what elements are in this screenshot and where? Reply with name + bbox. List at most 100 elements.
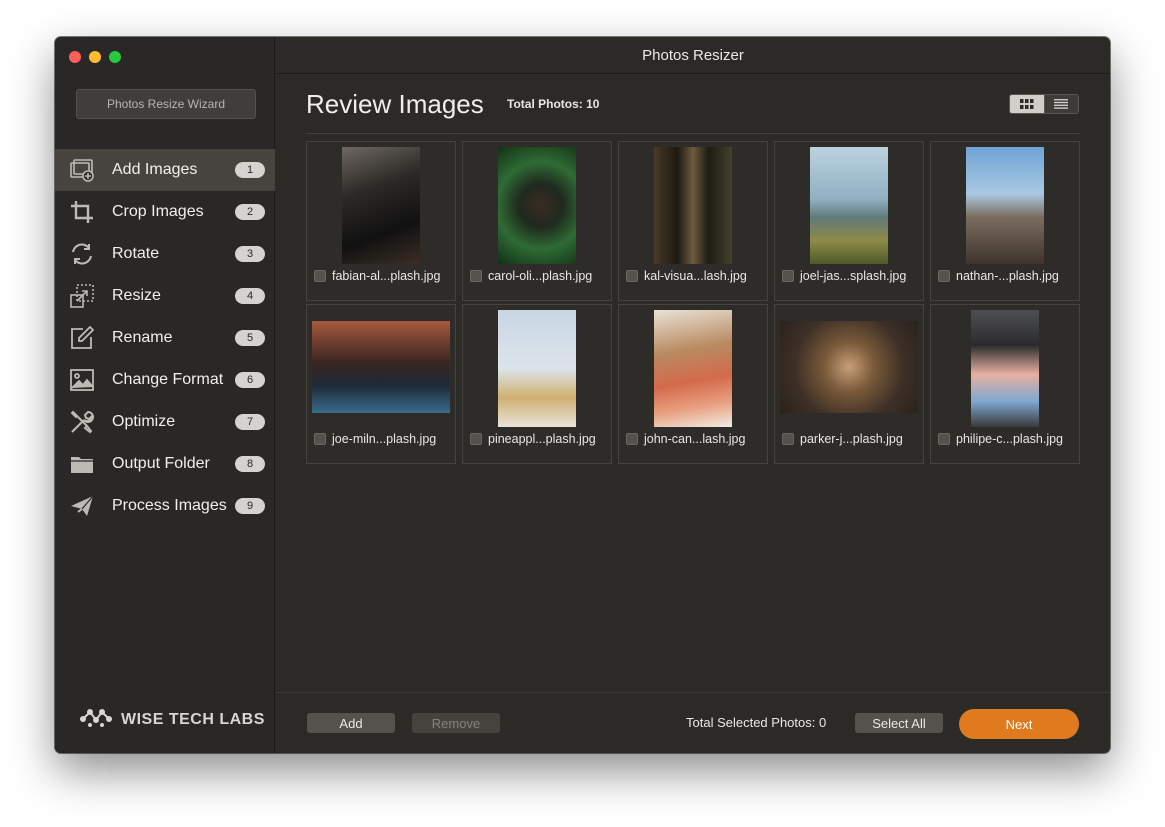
photo-thumbnail [498, 147, 576, 264]
sidebar-item-label: Optimize [112, 413, 176, 430]
sidebar-item-label: Change Format [112, 371, 224, 388]
photos-resize-wizard-button[interactable]: Photos Resize Wizard [76, 89, 256, 119]
sidebar-item-label: Process Images [112, 497, 227, 514]
photo-tile[interactable]: john-can...lash.jpg [618, 304, 768, 464]
add-button[interactable]: Add [307, 713, 395, 733]
photo-checkbox[interactable] [938, 270, 950, 282]
photo-tile[interactable]: carol-oli...plash.jpg [462, 141, 612, 301]
photo-thumbnail [810, 147, 888, 264]
step-badge: 4 [235, 288, 265, 304]
selected-photos-count: Total Selected Photos: 0 [686, 715, 827, 730]
rotate-icon [68, 240, 96, 268]
step-badge: 8 [235, 456, 265, 472]
photo-checkbox[interactable] [626, 270, 638, 282]
sidebar-item-process-images[interactable]: Process Images 9 [55, 485, 275, 527]
photo-filename: joe-miln...plash.jpg [332, 432, 437, 446]
sidebar-item-resize[interactable]: Resize 4 [55, 275, 275, 317]
sidebar-item-output-folder[interactable]: Output Folder 8 [55, 443, 275, 485]
page-title: Review Images [306, 89, 484, 119]
add-images-icon [68, 156, 96, 184]
photo-checkbox[interactable] [470, 433, 482, 445]
sidebar-item-label: Rename [112, 329, 173, 346]
photo-filename: joel-jas...splash.jpg [800, 269, 907, 283]
sidebar-item-label: Crop Images [112, 203, 204, 220]
list-view-button[interactable] [1043, 95, 1078, 113]
step-badge: 2 [235, 204, 265, 220]
photo-checkbox[interactable] [314, 433, 326, 445]
sidebar: Photos Resize Wizard Add Images 1 Crop I… [55, 37, 275, 753]
photo-filename: nathan-...plash.jpg [956, 269, 1059, 283]
folder-icon [68, 450, 96, 478]
photo-checkbox[interactable] [782, 433, 794, 445]
photo-thumbnail [498, 310, 576, 427]
photo-tile[interactable]: joe-miln...plash.jpg [306, 304, 456, 464]
photo-checkbox[interactable] [470, 270, 482, 282]
footer-bar: Add Remove Total Selected Photos: 0 Sele… [276, 692, 1110, 753]
wise-tech-labs-logo-icon [79, 705, 113, 734]
next-button[interactable]: Next [959, 709, 1079, 739]
paper-plane-icon [68, 492, 96, 520]
grid-view-button[interactable] [1010, 95, 1044, 113]
sidebar-item-optimize[interactable]: Optimize 7 [55, 401, 275, 443]
rename-icon [68, 324, 96, 352]
photo-filename: fabian-al...plash.jpg [332, 269, 441, 283]
header-divider [306, 133, 1080, 134]
sidebar-item-change-format[interactable]: Change Format 6 [55, 359, 275, 401]
sidebar-item-crop-images[interactable]: Crop Images 2 [55, 191, 275, 233]
grid-view-icon [1019, 99, 1034, 109]
window-controls [69, 51, 121, 63]
photo-checkbox[interactable] [314, 270, 326, 282]
photo-tile[interactable]: pineappl...plash.jpg [462, 304, 612, 464]
photo-filename: philipe-c...plash.jpg [956, 432, 1064, 446]
photo-tile[interactable]: fabian-al...plash.jpg [306, 141, 456, 301]
window-title: Photos Resizer [276, 37, 1110, 74]
minimize-window-button[interactable] [89, 51, 101, 63]
photo-tile[interactable]: parker-j...plash.jpg [774, 304, 924, 464]
close-window-button[interactable] [69, 51, 81, 63]
total-photos-count: Total Photos: 10 [507, 97, 600, 111]
step-badge: 6 [235, 372, 265, 388]
sidebar-nav: Add Images 1 Crop Images 2 Rotate 3 Resi… [55, 149, 275, 527]
photo-tile[interactable]: philipe-c...plash.jpg [930, 304, 1080, 464]
photo-checkbox[interactable] [938, 433, 950, 445]
photo-thumbnail [654, 147, 732, 264]
resize-icon [68, 282, 96, 310]
sidebar-item-rotate[interactable]: Rotate 3 [55, 233, 275, 275]
photo-filename: john-can...lash.jpg [644, 432, 746, 446]
list-view-icon [1054, 99, 1069, 109]
photo-filename: parker-j...plash.jpg [800, 432, 903, 446]
sidebar-item-label: Output Folder [112, 455, 210, 472]
photo-filename: kal-visua...lash.jpg [644, 269, 747, 283]
sidebar-item-label: Add Images [112, 161, 198, 178]
photo-thumbnail [780, 321, 918, 413]
sidebar-item-rename[interactable]: Rename 5 [55, 317, 275, 359]
photo-filename: carol-oli...plash.jpg [488, 269, 593, 283]
select-all-button[interactable]: Select All [855, 713, 943, 733]
sidebar-item-add-images[interactable]: Add Images 1 [55, 149, 275, 191]
photo-thumbnail [342, 147, 420, 264]
photo-tile[interactable]: nathan-...plash.jpg [930, 141, 1080, 301]
photo-checkbox[interactable] [782, 270, 794, 282]
brand-name: WISE TECH LABS [121, 710, 265, 728]
step-badge: 7 [235, 414, 265, 430]
photo-thumbnail [312, 321, 450, 413]
sidebar-item-label: Rotate [112, 245, 160, 262]
photo-thumbnail [654, 310, 732, 427]
zoom-window-button[interactable] [109, 51, 121, 63]
photo-tile[interactable]: kal-visua...lash.jpg [618, 141, 768, 301]
app-window: Photos Resize Wizard Add Images 1 Crop I… [55, 37, 1110, 753]
view-toggle [1009, 94, 1079, 114]
step-badge: 5 [235, 330, 265, 346]
step-badge: 9 [235, 498, 265, 514]
photo-filename: pineappl...plash.jpg [488, 432, 596, 446]
photo-checkbox[interactable] [626, 433, 638, 445]
step-badge: 1 [235, 162, 265, 178]
remove-button[interactable]: Remove [412, 713, 500, 733]
photo-thumbnail [971, 310, 1039, 427]
photo-thumbnail [966, 147, 1044, 264]
tools-icon [68, 408, 96, 436]
photo-tile[interactable]: joel-jas...splash.jpg [774, 141, 924, 301]
step-badge: 3 [235, 246, 265, 262]
sidebar-item-label: Resize [112, 287, 161, 304]
image-format-icon [68, 366, 96, 394]
